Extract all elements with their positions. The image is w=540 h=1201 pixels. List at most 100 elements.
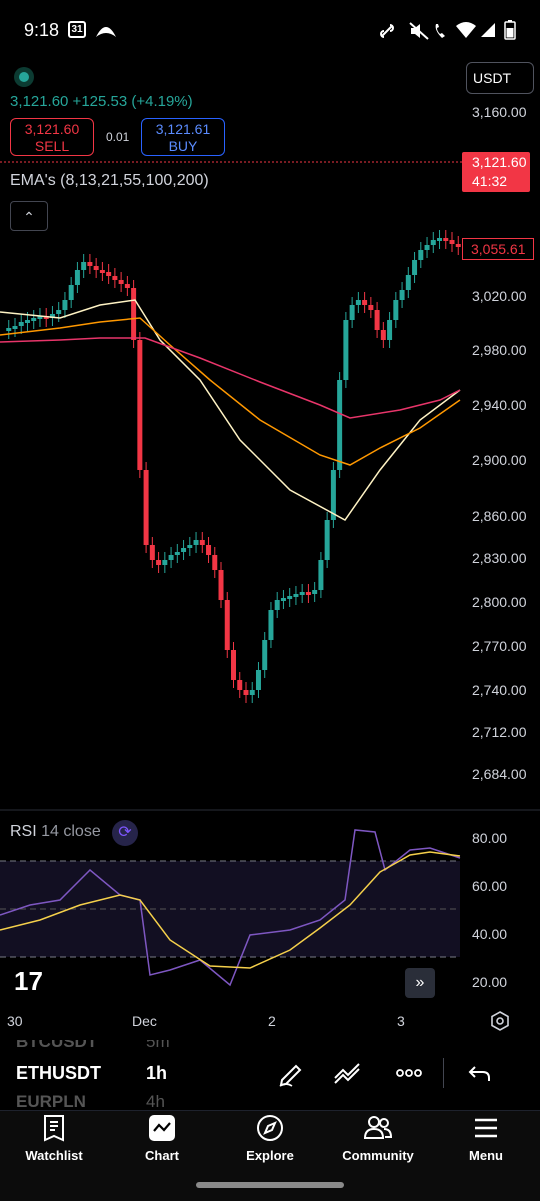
ema-legend[interactable]: EMA's (8,13,21,55,100,200): [10, 172, 209, 190]
rsi-params: 14 close: [41, 823, 101, 840]
candle-body: [118, 280, 124, 284]
current-price-badge: 3,121.60 41:32: [462, 152, 530, 192]
buy-label: BUY: [168, 138, 198, 154]
hexagon-settings-icon[interactable]: [490, 1011, 510, 1031]
rsi-tick-label: 20.00: [472, 974, 508, 990]
candle-body: [380, 330, 386, 340]
sell-button[interactable]: 3,121.60 SELL: [10, 118, 94, 156]
candle-body: [424, 245, 430, 250]
rsi-legend[interactable]: RSI 14 close: [10, 823, 101, 841]
time-tick-label: 30: [7, 1013, 23, 1029]
price-tick-label: 3,160.00: [472, 104, 527, 120]
time-tick-label: 3: [397, 1013, 405, 1029]
candle-body: [168, 555, 174, 560]
candle-body: [74, 270, 80, 285]
candle-body: [249, 690, 255, 695]
spread: 0.01: [106, 130, 130, 144]
price-tick-label: 2,830.00: [472, 550, 527, 566]
market-status-dot[interactable]: [14, 67, 34, 87]
current-price-value: 3,121.60: [472, 154, 527, 170]
nav-explore[interactable]: Explore: [220, 1112, 320, 1163]
candle-body: [87, 262, 93, 266]
nav-community[interactable]: Community: [328, 1112, 428, 1163]
price-tick-label: 2,712.00: [472, 724, 527, 740]
candle-body: [349, 305, 355, 320]
candle-body: [99, 270, 105, 273]
refresh-icon[interactable]: ⟳: [112, 820, 138, 846]
candle-body: [430, 240, 436, 245]
time-tick-label: Dec: [132, 1013, 157, 1029]
buy-button[interactable]: 3,121.61 BUY: [141, 118, 225, 156]
candle-body: [212, 555, 218, 570]
candle-body: [324, 520, 330, 560]
candle-body: [405, 275, 411, 290]
community-icon: [363, 1116, 393, 1139]
pencil-draw-icon[interactable]: [276, 1058, 306, 1088]
rsi-tick-label: 60.00: [472, 878, 508, 894]
nav-watchlist-label: Watchlist: [25, 1148, 83, 1163]
candle-body: [124, 284, 130, 288]
more-icon[interactable]: [394, 1058, 424, 1088]
candle-body: [62, 300, 68, 310]
candle-body: [299, 592, 305, 595]
prev-timeframe[interactable]: 5m: [146, 1040, 170, 1052]
nav-menu[interactable]: Menu: [436, 1112, 536, 1163]
price-tick-label: 2,860.00: [472, 508, 527, 524]
next-timeframe[interactable]: 4h: [146, 1092, 165, 1110]
candle-body: [393, 300, 399, 320]
collapse-legend-button[interactable]: ⌃: [10, 201, 48, 231]
bar-countdown: 41:32: [472, 173, 508, 189]
candle-body: [243, 690, 249, 695]
nav-menu-label: Menu: [469, 1148, 503, 1163]
candle-body: [312, 590, 318, 594]
current-symbol[interactable]: ETHUSDT: [16, 1063, 101, 1084]
candle-body: [181, 548, 187, 552]
candle-body: [387, 320, 393, 340]
price-tick-label: 2,740.00: [472, 682, 527, 698]
rsi-tick-label: 40.00: [472, 926, 508, 942]
undo-icon[interactable]: [465, 1058, 495, 1088]
double-chevron-right-icon: »: [415, 974, 425, 991]
currency-select[interactable]: USDT: [466, 62, 534, 94]
home-indicator[interactable]: [196, 1182, 344, 1188]
candle-body: [368, 305, 374, 310]
sell-label: SELL: [34, 138, 70, 154]
candle-body: [455, 244, 461, 247]
compass-icon: [257, 1115, 283, 1141]
sell-price: 3,121.60: [24, 121, 80, 137]
price-tick-label: 3,020.00: [472, 288, 527, 304]
price-chart[interactable]: [0, 0, 540, 1040]
candle-body: [6, 328, 12, 331]
nav-watchlist[interactable]: Watchlist: [4, 1112, 104, 1163]
indicators-icon[interactable]: [332, 1058, 362, 1088]
current-timeframe[interactable]: 1h: [146, 1063, 167, 1084]
prev-symbol[interactable]: BTCUSDT: [16, 1040, 97, 1052]
candlestick-series: [6, 230, 461, 703]
candle-body: [280, 598, 286, 601]
price-tick-label: 2,940.00: [472, 397, 527, 413]
nav-chart[interactable]: Chart: [112, 1112, 212, 1163]
candle-body: [143, 470, 149, 545]
candle-body: [437, 238, 443, 241]
candle-body: [318, 560, 324, 590]
scroll-to-realtime-button[interactable]: »: [405, 968, 435, 998]
candle-body: [193, 540, 199, 545]
candle-body: [174, 552, 180, 555]
candle-body: [399, 290, 405, 300]
candle-body: [337, 380, 343, 470]
price-tick-label: 2,980.00: [472, 342, 527, 358]
candle-body: [224, 600, 230, 650]
candle-body: [131, 288, 137, 340]
rsi-title: RSI: [10, 823, 37, 840]
candle-body: [293, 594, 299, 597]
candle-body: [262, 640, 268, 670]
candle-body: [112, 276, 118, 280]
candle-body: [274, 600, 280, 610]
chart-icon: [149, 1115, 175, 1141]
next-symbol[interactable]: EURPLN: [16, 1092, 86, 1110]
candle-body: [237, 680, 243, 690]
nav-explore-label: Explore: [246, 1148, 294, 1163]
candle-body: [56, 310, 62, 314]
candle-body: [137, 340, 143, 470]
candle-body: [81, 262, 87, 270]
